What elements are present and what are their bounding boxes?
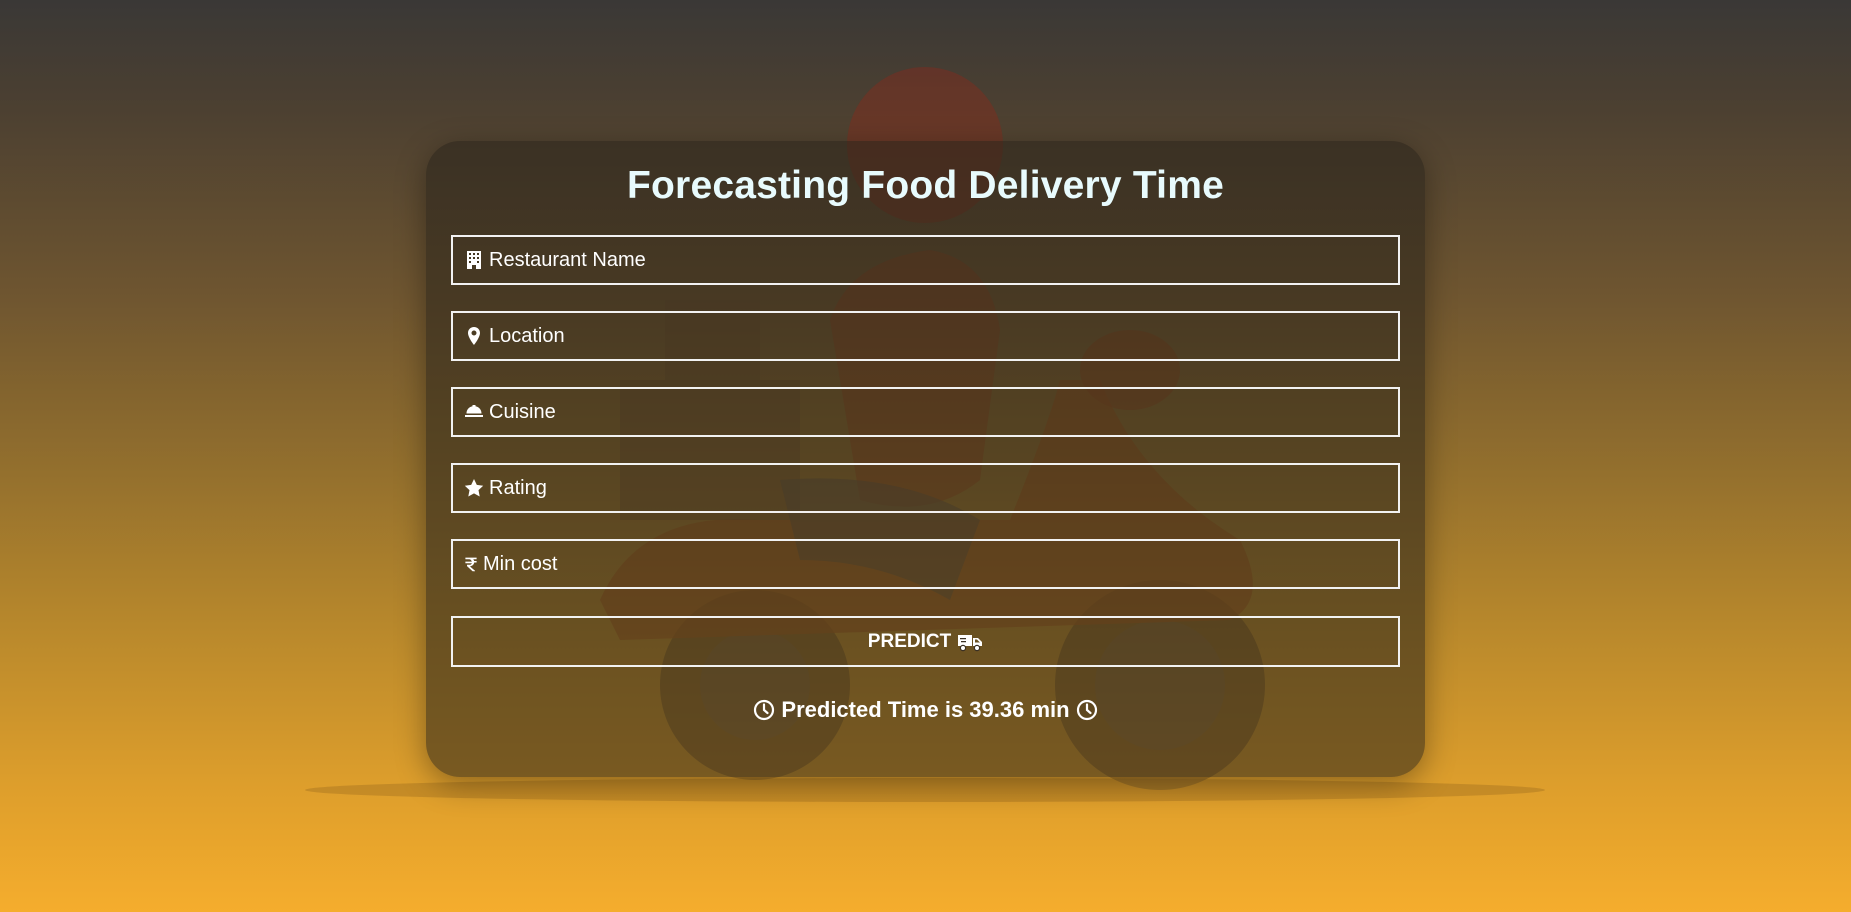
location-pin-icon xyxy=(463,325,485,347)
cuisine-field[interactable] xyxy=(451,387,1400,437)
min-cost-field[interactable] xyxy=(451,539,1400,589)
prediction-result-text: Predicted Time is 39.36 min xyxy=(781,697,1070,722)
location-field[interactable] xyxy=(451,311,1400,361)
building-icon xyxy=(463,249,485,271)
predict-button-label: PREDICT xyxy=(867,630,952,652)
star-icon xyxy=(463,477,485,499)
location-input[interactable] xyxy=(489,324,1389,348)
service-bell-icon xyxy=(463,401,485,423)
min-cost-input[interactable] xyxy=(483,552,1383,576)
rating-input[interactable] xyxy=(489,476,1389,500)
delivery-truck-icon xyxy=(958,634,983,651)
cuisine-input[interactable] xyxy=(489,400,1389,424)
prediction-form-card: Forecasting Food Delivery Time PREDICT xyxy=(426,141,1425,777)
restaurant-name-field[interactable] xyxy=(451,235,1400,285)
page-title: Forecasting Food Delivery Time xyxy=(627,164,1224,207)
clock-icon xyxy=(754,699,775,721)
clock-icon xyxy=(1076,699,1097,721)
restaurant-name-input[interactable] xyxy=(489,248,1389,272)
prediction-result: Predicted Time is 39.36 min xyxy=(426,697,1425,723)
rating-field[interactable] xyxy=(451,463,1400,513)
rupee-icon xyxy=(463,553,479,575)
predict-button[interactable]: PREDICT xyxy=(451,616,1400,667)
